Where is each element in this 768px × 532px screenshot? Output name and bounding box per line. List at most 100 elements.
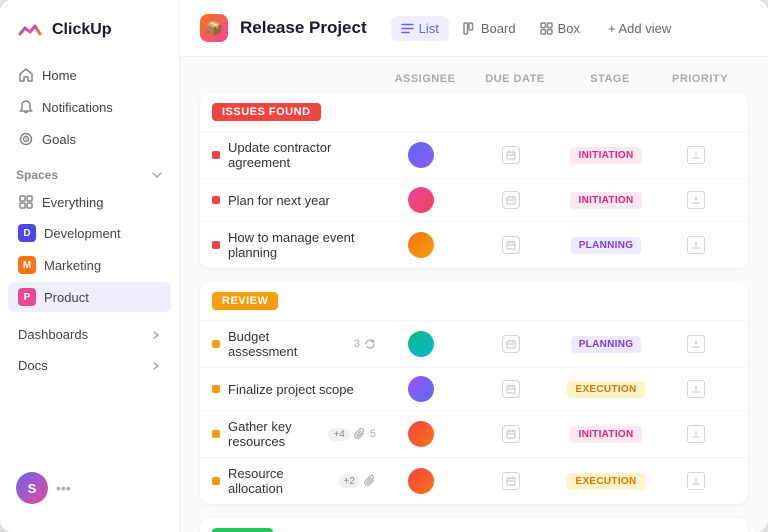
date-cell[interactable] (466, 236, 556, 254)
add-view-button[interactable]: + Add view (598, 16, 681, 41)
sidebar-item-everything[interactable]: Everything (8, 188, 171, 216)
table-row[interactable]: Update contractor agreement INITIATION (200, 131, 748, 178)
target-icon (18, 131, 34, 147)
priority-cell (656, 236, 736, 254)
app-name: ClickUp (52, 21, 112, 39)
sidebar-item-docs[interactable]: Docs (8, 351, 171, 380)
task-name: How to manage event planning (212, 230, 376, 260)
chevron-down-icon (151, 169, 163, 181)
priority-icon (687, 146, 705, 164)
spaces-header: Spaces (16, 168, 163, 182)
stage-badge: INITIATION (570, 147, 641, 164)
group-label-ready: READY (212, 528, 273, 532)
sidebar-item-goals[interactable]: Goals (8, 124, 171, 154)
logo: ClickUp (0, 16, 179, 60)
date-cell[interactable] (466, 335, 556, 353)
col-priority: PRIORITY (660, 73, 740, 85)
assignee-cell (376, 331, 466, 357)
group-label-issues: ISSUES FOUND (212, 103, 321, 121)
development-label: Development (44, 226, 121, 241)
avatar (408, 468, 434, 494)
sidebar-item-development[interactable]: D Development (8, 218, 171, 248)
sidebar-item-notifications[interactable]: Notifications (8, 92, 171, 122)
table-row[interactable]: How to manage event planning PLANNING (200, 221, 748, 268)
stage-cell: PLANNING (556, 336, 656, 353)
task-extras: 3 (354, 338, 376, 350)
goals-label: Goals (42, 132, 76, 147)
group-label-review: REVIEW (212, 292, 278, 310)
task-name: Update contractor agreement (212, 140, 376, 170)
priority-icon (687, 335, 705, 353)
stage-cell: PLANNING (556, 237, 656, 254)
stage-badge: INITIATION (570, 426, 641, 443)
priority-cell (656, 191, 736, 209)
box-icon (540, 22, 553, 35)
table-row[interactable]: Gather key resources +4 5 INITIATION (200, 410, 748, 457)
list-content: ASSIGNEE DUE DATE STAGE PRIORITY ISSUES … (180, 57, 768, 532)
date-cell[interactable] (466, 425, 556, 443)
bell-icon (18, 99, 34, 115)
date-cell[interactable] (466, 472, 556, 490)
stage-cell: EXECUTION (556, 473, 656, 490)
task-dot (212, 196, 220, 204)
group-header-review: REVIEW (200, 282, 748, 320)
table-row[interactable]: Resource allocation +2 EXECUTION (200, 457, 748, 504)
table-row[interactable]: Budget assessment 3 PLANNING (200, 320, 748, 367)
group-ready: READY New contractor agreement PLANNING (200, 518, 748, 532)
priority-icon (687, 472, 705, 490)
priority-cell (656, 335, 736, 353)
spaces-section: Spaces (0, 154, 179, 188)
table-row[interactable]: Plan for next year INITIATION (200, 178, 748, 221)
paperclip-icon-2 (364, 475, 376, 487)
priority-icon (687, 380, 705, 398)
product-badge: P (18, 288, 36, 306)
task-name: Plan for next year (212, 193, 376, 208)
assignee-cell (376, 376, 466, 402)
avatar (408, 232, 434, 258)
sidebar-footer: S ••• (0, 460, 179, 516)
avatar (408, 376, 434, 402)
home-label: Home (42, 68, 77, 83)
task-name: Budget assessment 3 (212, 329, 376, 359)
view-tabs: List Board (391, 16, 682, 41)
date-cell[interactable] (466, 191, 556, 209)
task-extras: +2 (339, 475, 376, 488)
chevron-right-icon (151, 330, 161, 340)
priority-cell (656, 146, 736, 164)
sidebar-item-dashboards[interactable]: Dashboards (8, 320, 171, 349)
development-badge: D (18, 224, 36, 242)
group-review: REVIEW Budget assessment 3 PLANNING (200, 282, 748, 504)
home-icon (18, 67, 34, 83)
refresh-icon (364, 338, 376, 350)
sidebar-item-home[interactable]: Home (8, 60, 171, 90)
assignee-cell (376, 468, 466, 494)
everything-label: Everything (42, 195, 103, 210)
stage-badge: INITIATION (570, 192, 641, 209)
sidebar-bottom-sections: Dashboards Docs (0, 320, 179, 380)
stage-cell: INITIATION (556, 192, 656, 209)
priority-cell (656, 380, 736, 398)
table-row[interactable]: Finalize project scope EXECUTION (200, 367, 748, 410)
calendar-icon (502, 191, 520, 209)
product-label: Product (44, 290, 89, 305)
avatar (408, 421, 434, 447)
date-cell[interactable] (466, 380, 556, 398)
nav-menu: Home Notifications (0, 60, 179, 154)
user-avatar[interactable]: S (16, 472, 48, 504)
priority-cell (656, 472, 736, 490)
priority-cell (656, 425, 736, 443)
app-window: ClickUp Home Notifications (0, 0, 768, 532)
tab-list[interactable]: List (391, 16, 449, 41)
stage-badge: EXECUTION (567, 473, 644, 490)
stage-badge: PLANNING (571, 336, 642, 353)
assignee-cell (376, 142, 466, 168)
marketing-label: Marketing (44, 258, 101, 273)
sidebar-item-product[interactable]: P Product (8, 282, 171, 312)
assignee-cell (376, 187, 466, 213)
tab-box[interactable]: Box (530, 16, 590, 41)
sidebar-item-marketing[interactable]: M Marketing (8, 250, 171, 280)
date-cell[interactable] (466, 146, 556, 164)
tab-board[interactable]: Board (453, 16, 526, 41)
sidebar: ClickUp Home Notifications (0, 0, 180, 532)
clickup-logo-icon (16, 16, 44, 44)
